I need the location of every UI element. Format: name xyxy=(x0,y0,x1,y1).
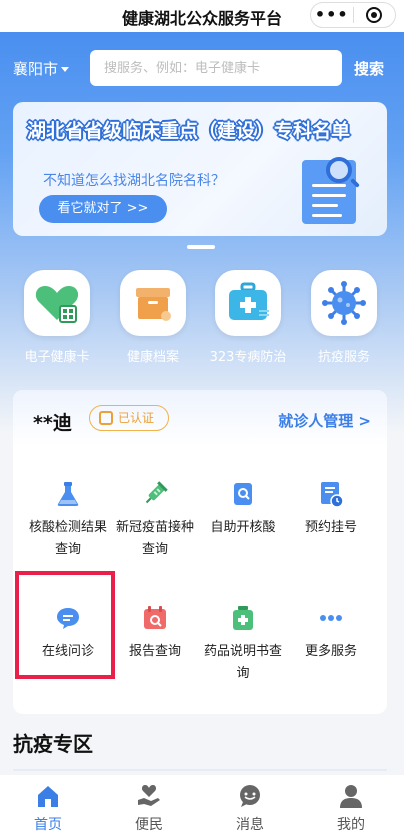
section-divider xyxy=(13,769,387,771)
service-label: 核酸检测结果查询 xyxy=(28,520,107,557)
quick-action-label: 抗疫服务 xyxy=(317,350,370,365)
quick-action-health-card[interactable]: 电子健康卡 xyxy=(11,270,103,365)
service-label: 更多服务 xyxy=(304,644,357,659)
vaccine-icon xyxy=(142,480,168,508)
highlight-box xyxy=(15,571,115,679)
service-label: 预约挂号 xyxy=(304,520,357,535)
quick-action-323-disease[interactable]: 323专病防治 xyxy=(202,270,294,365)
quick-action-label: 323专病防治 xyxy=(209,350,287,365)
tab-label: 便民 xyxy=(135,817,163,833)
section-title: 抗疫专区 xyxy=(13,732,93,756)
service-vaccine-query[interactable]: 新冠疫苗接种查询 xyxy=(111,480,199,561)
user-icon xyxy=(338,783,364,809)
verified-badge: 已认证 xyxy=(89,405,169,431)
service-label: 药品说明书查询 xyxy=(203,644,282,681)
service-self-nucleic-acid[interactable]: 自助开核酸 xyxy=(199,480,287,539)
service-more[interactable]: 更多服务 xyxy=(287,604,375,663)
tab-home[interactable]: 首页 xyxy=(8,783,88,834)
user-name: **迪 xyxy=(33,412,72,434)
quick-action-anti-epidemic[interactable]: 抗疫服务 xyxy=(298,270,390,365)
home-icon xyxy=(35,783,61,809)
service-nucleic-acid-result[interactable]: 核酸检测结果查询 xyxy=(24,480,112,561)
more-dots-icon xyxy=(318,604,344,632)
search-input[interactable] xyxy=(90,50,342,86)
message-icon xyxy=(237,783,263,809)
verified-label: 已认证 xyxy=(118,411,155,425)
banner-title: 湖北省省级临床重点（建设）专科名单 xyxy=(27,120,351,142)
close-mini-program-icon[interactable] xyxy=(353,7,395,23)
service-label: 新冠疫苗接种查询 xyxy=(115,520,194,557)
heart-hand-icon xyxy=(136,783,162,809)
patient-management-link[interactable]: 就诊人管理 > xyxy=(278,410,371,431)
tab-label: 消息 xyxy=(236,817,264,833)
capsule-menu: ••• xyxy=(310,2,396,28)
banner-subtitle: 不知道怎么找湖北名院名科？ xyxy=(43,173,225,189)
tab-label: 首页 xyxy=(34,817,62,833)
self-service-icon xyxy=(230,480,256,508)
service-label: 报告查询 xyxy=(128,644,181,659)
city-label: 襄阳市 xyxy=(13,60,59,78)
medicine-icon xyxy=(230,604,256,632)
promo-banner[interactable]: 湖北省省级临床重点（建设）专科名单 不知道怎么找湖北名院名科？ 看它就对了 >> xyxy=(13,102,387,236)
quick-action-label: 健康档案 xyxy=(126,350,179,365)
city-selector[interactable]: 襄阳市 xyxy=(13,58,70,79)
service-report-query[interactable]: 报告查询 xyxy=(111,604,199,663)
search-button[interactable]: 搜索 xyxy=(354,58,384,79)
caret-down-icon xyxy=(61,67,70,72)
archive-box-icon xyxy=(120,270,186,336)
quick-action-health-archive[interactable]: 健康档案 xyxy=(107,270,199,365)
medical-kit-icon xyxy=(215,270,281,336)
tab-messages[interactable]: 消息 xyxy=(210,783,290,834)
mini-program-topbar: 健康湖北公众服务平台 ••• xyxy=(0,0,404,32)
more-options-icon[interactable]: ••• xyxy=(311,5,353,25)
user-header: **迪 已认证 就诊人管理 > xyxy=(13,390,387,446)
banner-pager-indicator xyxy=(187,245,215,249)
tab-convenience[interactable]: 便民 xyxy=(109,783,189,834)
tab-profile[interactable]: 我的 xyxy=(311,783,391,834)
banner-button[interactable]: 看它就对了 >> xyxy=(39,195,167,223)
tab-label: 我的 xyxy=(337,817,365,833)
service-label: 自助开核酸 xyxy=(210,520,276,535)
quick-action-label: 电子健康卡 xyxy=(24,350,90,365)
appointment-icon xyxy=(318,480,344,508)
virus-icon xyxy=(311,270,377,336)
calendar-report-icon xyxy=(142,604,168,632)
verified-icon xyxy=(99,411,113,425)
service-drug-instructions[interactable]: 药品说明书查询 xyxy=(199,604,287,685)
bottom-tab-bar: 首页 便民 消息 我的 xyxy=(0,775,404,835)
magnifier-icon xyxy=(326,157,352,183)
test-flask-icon xyxy=(55,480,81,508)
service-appointment[interactable]: 预约挂号 xyxy=(287,480,375,539)
health-card-icon xyxy=(24,270,90,336)
